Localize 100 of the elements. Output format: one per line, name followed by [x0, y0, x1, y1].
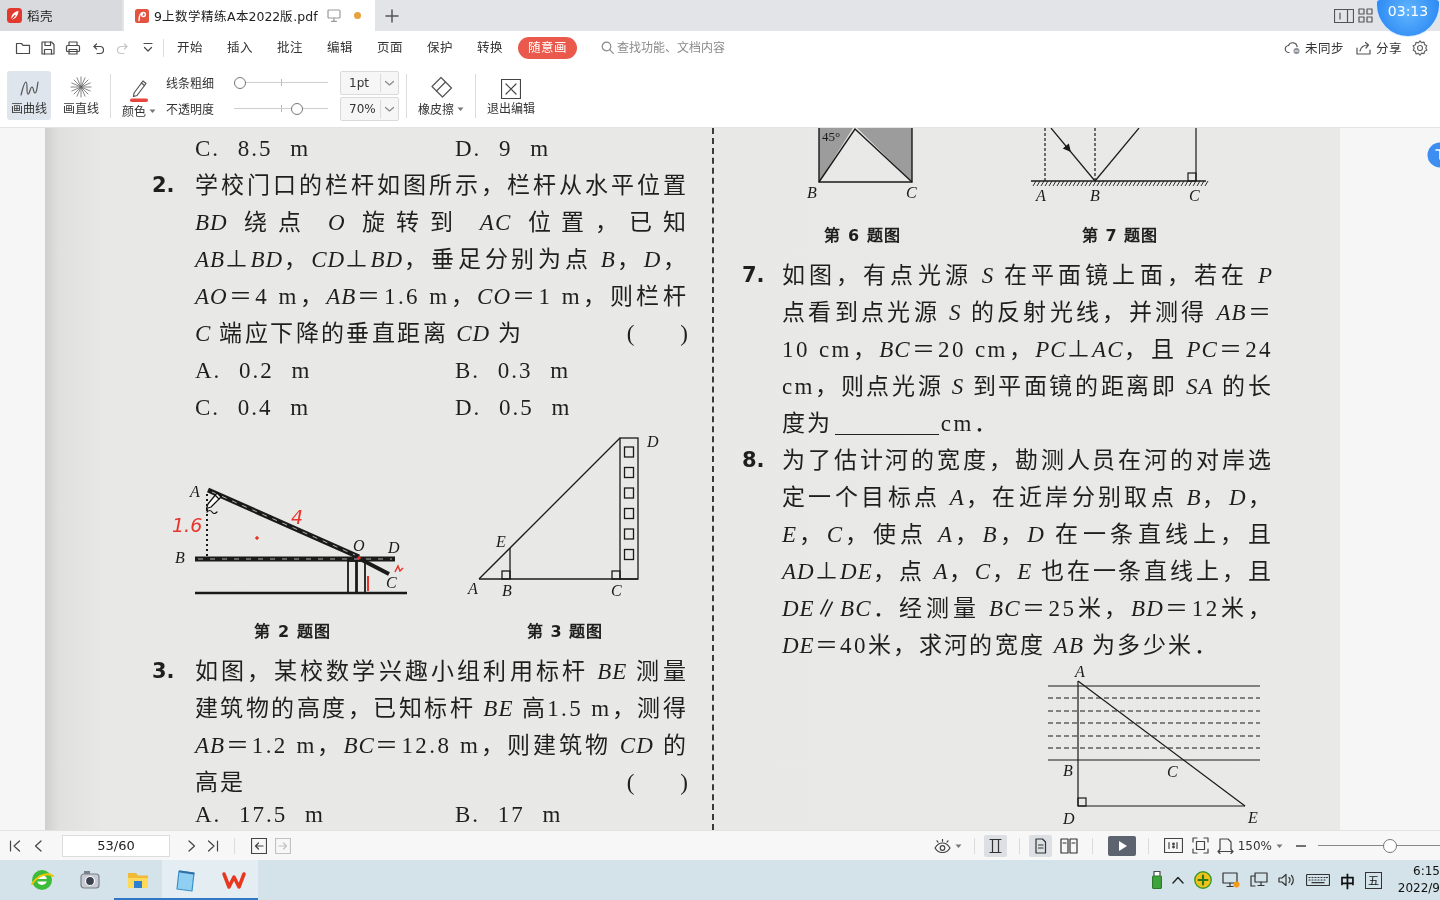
- draw-line-button[interactable]: 画直线: [59, 71, 103, 120]
- point-label: C: [611, 582, 622, 599]
- point-label: B: [502, 582, 512, 599]
- figure-caption: 第 2 题图: [254, 621, 331, 643]
- settings-icon[interactable]: [1412, 39, 1428, 56]
- starburst-icon: [70, 76, 92, 98]
- draw-curve-button[interactable]: 画曲线: [7, 71, 51, 120]
- handwritten-note: 1.6: [172, 514, 203, 536]
- grid-icon[interactable]: [1358, 8, 1373, 23]
- taskbar-button[interactable]: [162, 860, 210, 900]
- question-text: 学校门口的栏杆如图所示，栏杆从水平位置 BD 绕点 O 旋转到 AC 位置，已知 AB⊥BD，CD⊥BD，垂足分别为点 B，D，AO＝4 m，AB＝1.6 m，CO＝1 m，则栏杆 C 端应下降的垂直距离 CD 为 ( ): [195, 172, 688, 348]
- monitor-alert-icon[interactable]: [1222, 872, 1240, 888]
- input-mode-button[interactable]: 五: [1365, 871, 1382, 889]
- caret-icon[interactable]: [954, 843, 962, 848]
- clock-time[interactable]: 6:15: [1413, 863, 1440, 880]
- minus-icon[interactable]: [1296, 844, 1306, 847]
- network-icon[interactable]: [1250, 872, 1268, 888]
- point-label: A: [190, 483, 200, 500]
- menu-tab[interactable]: 页面: [365, 36, 415, 59]
- point-label: A: [1036, 187, 1046, 204]
- chevron-up-icon[interactable]: [1172, 876, 1184, 884]
- menu-tab[interactable]: 编辑: [315, 36, 365, 59]
- slider-thumb[interactable]: [1382, 838, 1397, 853]
- last-page-icon[interactable]: [207, 839, 219, 852]
- caret-icon[interactable]: [149, 108, 156, 113]
- point-label: D: [388, 539, 400, 556]
- volume-icon[interactable]: [1278, 873, 1296, 887]
- question-text: 如图，某校数学兴趣小组利用标杆 BE 测量建筑物的高度，已知标杆 BE 高1.5 m，测得 AB＝1.2 m，BC＝12.8 m，则建筑物 CD 的高是 ( ): [195, 658, 688, 797]
- point-label: B: [175, 549, 185, 566]
- answer-option: C. 8.5 m: [195, 130, 455, 167]
- point-label: C: [386, 574, 397, 591]
- menu-tab[interactable]: 转换: [465, 36, 515, 59]
- document-tab[interactable]: 9上数学精练A本2022版.pdf: [124, 0, 375, 31]
- menu-tab[interactable]: 保护: [415, 36, 465, 59]
- next-icon[interactable]: [188, 839, 196, 852]
- slider-thumb[interactable]: [234, 76, 246, 89]
- menu-tab[interactable]: 批注: [265, 36, 315, 59]
- answer-option: D. 9 m: [455, 130, 715, 167]
- eraser-icon: [428, 76, 454, 100]
- slider-label: 线条粗细: [166, 76, 215, 91]
- question-text: 为了估计河的宽度，勘测人员在河的对岸选定一个目标点 A，在近岸分别取点 B，D，E，C，使点 A，B，D 在一条直线上，且 AD⊥DE，点 A，C，E 也在一条直线上，且 DE∥BC．经测量 BC＝25米，BD＝12米，DE＝40米，求河的宽度 AB 为多少米．: [782, 447, 1273, 660]
- zoom-level-text[interactable]: 150%: [1237, 838, 1272, 853]
- save-icon[interactable]: [40, 39, 56, 56]
- answer-option: A. 17.5 m: [195, 801, 455, 829]
- color-button[interactable]: 颜色: [118, 71, 160, 120]
- menu-tab[interactable]: 插入: [215, 36, 265, 59]
- question-number: 8.: [741, 447, 766, 474]
- point-label: E: [496, 533, 506, 550]
- taskbar-button[interactable]: [210, 860, 258, 900]
- printer-icon[interactable]: [65, 39, 81, 56]
- answer-option: A. 0.2 m: [195, 352, 455, 389]
- search-icon: [601, 41, 614, 54]
- home-tab[interactable]: 稻壳: [0, 0, 122, 31]
- figure-caption: 第 7 题图: [1081, 225, 1159, 247]
- point-label: D: [647, 433, 659, 450]
- exit-edit-button[interactable]: 退出编辑: [483, 71, 539, 120]
- cloud-icon: [1284, 40, 1301, 55]
- eraser-button[interactable]: 橡皮擦: [414, 71, 468, 120]
- value-dropdown[interactable]: 70%: [340, 96, 399, 121]
- eye-icon[interactable]: [933, 838, 951, 853]
- play-icon[interactable]: [1107, 835, 1136, 856]
- value-dropdown[interactable]: 1pt: [340, 70, 399, 95]
- keyboard-icon[interactable]: [1306, 874, 1330, 886]
- question-text: 如图，有点光源 S 在平面镜上面，若在 P 点看到点光源 S 的反射光线，并测得 AB＝10 cm，BC＝20 cm，PC⊥AC，且 PC＝24 cm，则点光源 S 到平面镜的距离即 SA 的长度为 cm．: [782, 262, 1273, 438]
- ime-button[interactable]: 中: [1340, 869, 1355, 891]
- clock-date[interactable]: 2022/9: [1397, 880, 1440, 897]
- point-label: B: [1090, 187, 1100, 204]
- plus-circle-icon[interactable]: [1194, 871, 1212, 889]
- page-number-field[interactable]: 53/60: [62, 834, 170, 857]
- monitor-icon[interactable]: [327, 9, 341, 22]
- fit-page-icon[interactable]: [1191, 837, 1209, 854]
- actual-size-icon[interactable]: [1163, 838, 1183, 853]
- figure-caption: 第 3 题图: [526, 621, 604, 643]
- caret-icon[interactable]: [457, 106, 464, 111]
- plus-icon[interactable]: [385, 8, 399, 23]
- caret-icon[interactable]: [1276, 843, 1283, 848]
- handwritten-note: 4: [291, 506, 304, 528]
- logo-icon: [7, 8, 22, 23]
- fit-width-icon[interactable]: [1216, 837, 1234, 854]
- point-label: B: [1063, 762, 1073, 779]
- page-layout-icon[interactable]: [1334, 8, 1354, 23]
- share-button[interactable]: 分享: [1356, 38, 1402, 57]
- usb-drive-icon[interactable]: [1152, 871, 1162, 889]
- point-label: B: [807, 184, 817, 201]
- point-label: D: [1063, 810, 1075, 826]
- share-icon: [1356, 40, 1372, 55]
- search-field[interactable]: 查找功能、文档内容: [617, 40, 743, 55]
- continuous-scroll-icon[interactable]: [983, 834, 1007, 857]
- back-icon[interactable]: [251, 837, 267, 854]
- slider-thumb[interactable]: [291, 102, 304, 115]
- figure-caption: 第 6 题图: [824, 225, 901, 247]
- question-number: 7.: [741, 262, 766, 289]
- menu-tab[interactable]: 开始: [165, 36, 215, 59]
- question-number: 2.: [151, 172, 176, 199]
- previous-icon[interactable]: [34, 839, 42, 852]
- sync-button[interactable]: 未同步: [1284, 38, 1344, 57]
- single-page-icon[interactable]: [1028, 834, 1052, 857]
- answer-option: B. 0.3 m: [455, 352, 715, 389]
- first-page-icon[interactable]: [9, 839, 21, 852]
- globe-icon: [29, 867, 55, 893]
